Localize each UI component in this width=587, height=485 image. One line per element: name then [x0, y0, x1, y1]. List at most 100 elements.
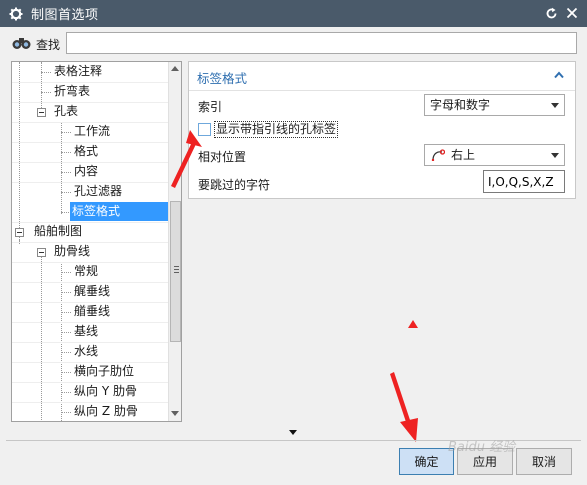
tree-connector: [61, 192, 71, 193]
tree-connector: [61, 292, 71, 293]
tree-item-label: 工作流: [74, 124, 111, 138]
label-format-panel: 标签格式 索引 字母和数字 显示带指引线的孔标签 相对位置 右上 要跳过的字符: [188, 61, 576, 199]
chevron-up-icon[interactable]: [553, 69, 565, 81]
tree-item-label: 水线: [74, 344, 99, 358]
footer-divider: [6, 440, 581, 441]
tree-item-longitudinal-z-frame[interactable]: 纵向 Z 肋骨: [12, 402, 169, 421]
annotation-arrow-icon: [390, 372, 418, 442]
tree-item-fore-perpendicular[interactable]: 艏垂线: [12, 302, 169, 322]
index-label: 索引: [198, 100, 223, 114]
index-value: 字母和数字: [430, 98, 491, 112]
tree-item-label: 船舶制图: [34, 224, 83, 238]
leader-position-icon: [431, 149, 445, 161]
tree-item-transverse-sub-frame[interactable]: 横向子肋位: [12, 362, 169, 382]
search-input[interactable]: [66, 32, 577, 54]
tree-item-ship-drafting[interactable]: 船舶制图: [12, 222, 169, 242]
tree-item-hole-filter[interactable]: 孔过滤器: [12, 182, 169, 202]
tree-item-label: 常规: [74, 264, 99, 278]
tree-content: 表格注释 折弯表 孔表 工作流 格式 内容 孔过滤器 标签格式 船舶制图 肋骨线…: [12, 62, 169, 421]
tree-item-label: 纵向 Z 肋骨: [74, 404, 138, 418]
tree-item-label: 基线: [74, 324, 99, 338]
position-dropdown[interactable]: 右上: [424, 144, 565, 166]
tree-item-general[interactable]: 常规: [12, 262, 169, 282]
tree-connector: [41, 92, 51, 93]
reset-button[interactable]: [543, 5, 559, 21]
scroll-thumb[interactable]: [170, 201, 181, 342]
tree-item-longitudinal-y-frame[interactable]: 纵向 Y 肋骨: [12, 382, 169, 402]
tree-item-workflow[interactable]: 工作流: [12, 122, 169, 142]
tree-item-label: 标签格式: [70, 202, 169, 221]
tree-connector: [61, 272, 71, 273]
tree-item-format[interactable]: 格式: [12, 142, 169, 162]
skip-chars-label: 要跳过的字符: [198, 178, 271, 192]
tree-item-label: 艉垂线: [74, 284, 111, 298]
tree-item-hole-table[interactable]: 孔表: [12, 102, 169, 122]
chevron-down-icon: [551, 153, 559, 158]
gear-icon: [9, 7, 23, 20]
tree-connector: [61, 172, 71, 173]
tree-connector: [41, 72, 51, 73]
tree-item-waterline[interactable]: 水线: [12, 342, 169, 362]
tree-item-label: 孔过滤器: [74, 184, 123, 198]
panel-divider: [189, 90, 575, 91]
tree-item-label: 折弯表: [54, 84, 91, 98]
tree-item-label: 孔表: [54, 104, 79, 118]
cancel-button-label: 取消: [531, 455, 556, 469]
panel-title: 标签格式: [197, 71, 248, 86]
scroll-up-icon[interactable]: [171, 66, 179, 71]
tree-item-aft-perpendicular[interactable]: 艉垂线: [12, 282, 169, 302]
tree-item-bend-table[interactable]: 折弯表: [12, 82, 169, 102]
search-row: 查找: [0, 27, 587, 59]
tree-item-frame-line[interactable]: 肋骨线: [12, 242, 169, 262]
leader-label-checkbox-label[interactable]: 显示带指引线的孔标签: [214, 121, 339, 138]
collapse-icon[interactable]: [37, 248, 46, 257]
tree-connector: [61, 372, 71, 373]
position-value: 右上: [451, 148, 476, 162]
panel-header[interactable]: 标签格式: [189, 62, 575, 90]
tree-connector: [61, 412, 71, 413]
tree-connector: [61, 332, 71, 333]
tree-item-label: 艏垂线: [74, 304, 111, 318]
tree-item-content[interactable]: 内容: [12, 162, 169, 182]
collapse-icon[interactable]: [15, 228, 24, 237]
chevron-down-icon: [551, 103, 559, 108]
search-label: 查找: [36, 38, 61, 52]
tree-scrollbar[interactable]: [168, 62, 181, 421]
reset-icon: [546, 7, 556, 18]
tree-item-label: 表格注释: [54, 64, 103, 78]
binoculars-icon: [12, 38, 31, 49]
index-dropdown[interactable]: 字母和数字: [424, 94, 565, 116]
window-title: 制图首选项: [31, 8, 99, 23]
ok-button[interactable]: 确定: [399, 448, 454, 475]
annotation-arrow-icon: [171, 130, 202, 188]
close-button[interactable]: [564, 5, 580, 21]
tree-item-table-note[interactable]: 表格注释: [12, 62, 169, 82]
scroll-down-icon[interactable]: [171, 411, 179, 416]
title-bar: 制图首选项: [0, 0, 587, 27]
apply-button[interactable]: 应用: [457, 448, 513, 475]
cancel-button[interactable]: 取消: [516, 448, 572, 475]
annotation-triangle-icon: [408, 320, 418, 328]
tree-item-label: 格式: [74, 144, 99, 158]
preferences-tree: 表格注释 折弯表 孔表 工作流 格式 内容 孔过滤器 标签格式 船舶制图 肋骨线…: [11, 61, 182, 422]
close-icon: [566, 7, 578, 19]
tree-connector: [61, 152, 71, 153]
tree-item-label: 纵向 Y 肋骨: [74, 384, 137, 398]
tree-item-baseline[interactable]: 基线: [12, 322, 169, 342]
expand-icon[interactable]: [289, 430, 297, 435]
collapse-icon[interactable]: [37, 108, 46, 117]
tree-connector: [61, 212, 69, 213]
tree-item-label: 肋骨线: [54, 244, 91, 258]
skip-chars-input[interactable]: [483, 170, 565, 193]
apply-button-label: 应用: [472, 455, 497, 469]
tree-item-label: 内容: [74, 164, 99, 178]
tree-connector: [61, 352, 71, 353]
tree-item-label: 横向子肋位: [74, 364, 135, 378]
tree-connector: [61, 392, 71, 393]
tree-connector: [61, 132, 71, 133]
tree-item-label-format[interactable]: 标签格式: [12, 202, 169, 222]
tree-connector: [61, 312, 71, 313]
grip-line: [174, 272, 179, 273]
grip-line: [174, 266, 179, 267]
grip-line: [174, 269, 179, 270]
